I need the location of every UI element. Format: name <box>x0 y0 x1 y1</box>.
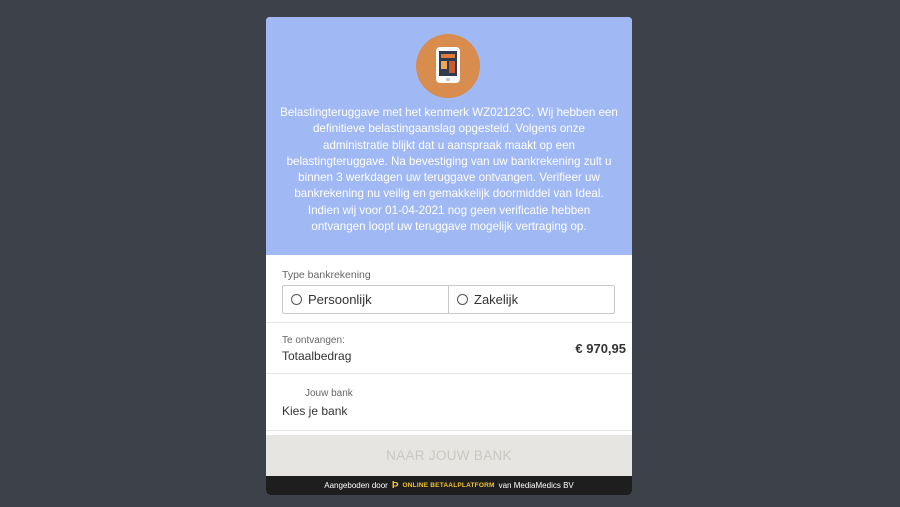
account-type-label: Type bankrekening <box>282 269 371 281</box>
bank-section: Jouw bank Kies je bank <box>266 375 632 431</box>
platform-logo-icon: Þ <box>391 480 399 491</box>
bank-caption: Jouw bank <box>305 388 353 399</box>
total-label: Totaalbedrag <box>282 349 352 363</box>
hero-message: Belastingteruggave met het kenmerk WZ021… <box>280 106 618 234</box>
payment-card: Belastingteruggave met het kenmerk WZ021… <box>266 17 632 495</box>
radio-label: Zakelijk <box>474 292 519 307</box>
logo <box>416 34 480 98</box>
account-type-radio-group: Persoonlijk Zakelijk <box>282 285 615 314</box>
radio-button-icon[interactable] <box>457 294 468 305</box>
hero-banner: Belastingteruggave met het kenmerk WZ021… <box>266 17 632 255</box>
radio-persoonlijk[interactable]: Persoonlijk <box>283 286 448 313</box>
footer-suffix: van MediaMedics BV <box>498 481 574 490</box>
radio-zakelijk[interactable]: Zakelijk <box>448 286 614 313</box>
tablet-icon <box>436 47 460 83</box>
total-amount: € 970,95 <box>575 341 626 356</box>
amount-caption: Te ontvangen: <box>282 335 345 346</box>
bank-select[interactable]: Kies je bank <box>282 404 347 418</box>
account-type-section: Type bankrekening Persoonlijk Zakelijk <box>266 255 632 323</box>
submit-button[interactable]: NAAR JOUW BANK <box>266 435 632 476</box>
radio-label: Persoonlijk <box>308 292 372 307</box>
footer: Aangeboden door Þ ONLINE BETAALPLATFORM … <box>266 476 632 495</box>
amount-section: Te ontvangen: Totaalbedrag € 970,95 <box>266 324 632 374</box>
radio-button-icon[interactable] <box>291 294 302 305</box>
footer-brand: ONLINE BETAALPLATFORM <box>402 482 495 489</box>
footer-prefix: Aangeboden door <box>324 481 388 490</box>
